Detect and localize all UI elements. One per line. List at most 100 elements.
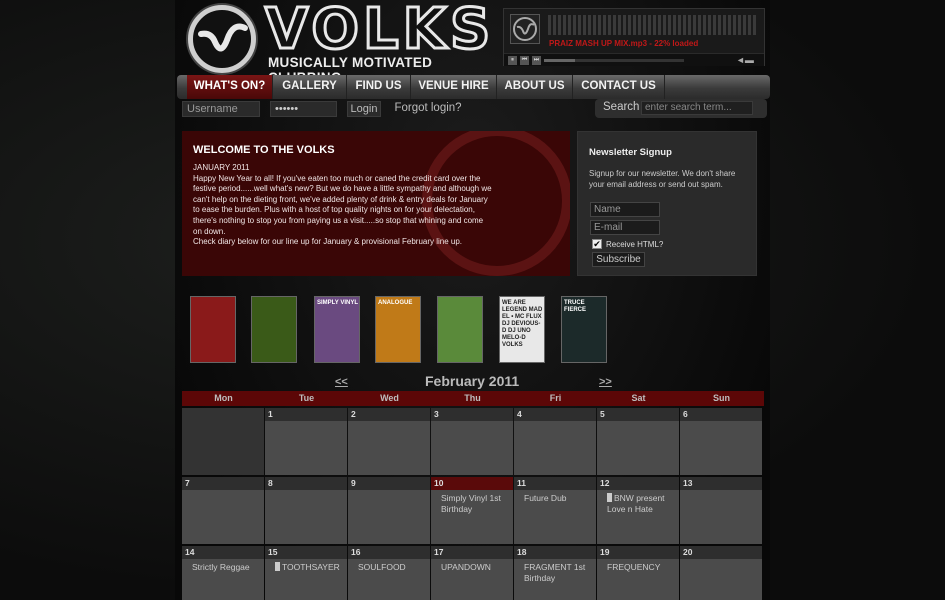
calendar-day-cell[interactable]: 8 <box>265 477 347 544</box>
calendar-next-link[interactable]: >> <box>599 376 612 388</box>
nav-gallery[interactable]: GALLERY <box>273 75 347 99</box>
calendar-date-number: 5 <box>597 408 679 421</box>
newsletter-email-input[interactable]: E-mail <box>590 220 660 235</box>
calendar-day-cell[interactable]: 7 <box>182 477 264 544</box>
calendar-day-header: Mon Tue Wed Thu Fri Sat Sun <box>182 391 764 406</box>
welcome-body: JANUARY 2011 Happy New Year to all! If y… <box>193 163 492 247</box>
event-flyer[interactable]: WE ARE LEGEND MAD EL • MC FLUX DJ DEVIOU… <box>499 296 545 363</box>
calendar-date-number: 20 <box>680 546 762 559</box>
calendar-event-link[interactable]: Strictly Reggae <box>192 562 262 573</box>
search-box: Search enter search term... <box>595 99 767 118</box>
calendar-event-link[interactable]: Future Dub <box>524 493 594 504</box>
event-flyer[interactable]: ANALOGUE <box>375 296 421 363</box>
calendar-day-name: Fri <box>549 393 562 403</box>
calendar-event-link[interactable]: BNW present Love n Hate <box>607 493 677 514</box>
calendar-date-number: 9 <box>348 477 430 490</box>
calendar-day-name: Sat <box>631 393 646 403</box>
volume-icon[interactable]: ◄▬ <box>736 55 754 65</box>
calendar-day-cell[interactable]: 3 <box>431 408 513 475</box>
event-flyer[interactable] <box>190 296 236 363</box>
event-flyer[interactable] <box>251 296 297 363</box>
calendar-day-cell[interactable]: 4 <box>514 408 596 475</box>
calendar-day-cell[interactable]: 1 <box>265 408 347 475</box>
event-title: UPANDOWN <box>441 562 491 572</box>
main-nav: WHAT'S ON? GALLERY FIND US VENUE HIRE AB… <box>177 75 770 99</box>
calendar-day-cell[interactable]: 18 FRAGMENT 1st Birthday <box>514 546 596 600</box>
calendar-day-cell[interactable]: 14 Strictly Reggae <box>182 546 264 600</box>
calendar-date-number: 8 <box>265 477 347 490</box>
newsletter-name-input[interactable]: Name <box>590 202 660 217</box>
flyer-label: TRUCE FIERCE <box>564 300 587 313</box>
event-title: SOULFOOD <box>358 562 406 572</box>
flyer-label: SIMPLY VINYL <box>317 300 359 306</box>
calendar-date-number: 15 <box>265 546 347 559</box>
nav-whats-on[interactable]: WHAT'S ON? <box>187 75 273 99</box>
pause-icon[interactable]: ⏸ <box>508 56 517 65</box>
receive-html-checkbox[interactable]: ✔ <box>592 239 602 249</box>
calendar-day-cell[interactable]: 6 <box>680 408 762 475</box>
nav-contact-us[interactable]: CONTACT US <box>573 75 665 99</box>
calendar-day-cell[interactable]: 12 BNW present Love n Hate <box>597 477 679 544</box>
calendar-date-number: 12 <box>597 477 679 490</box>
event-title: TOOTHSAYER <box>282 562 340 572</box>
password-field[interactable]: •••••• <box>270 101 337 117</box>
calendar-day-cell[interactable] <box>182 408 264 475</box>
calendar-day-cell[interactable]: 5 <box>597 408 679 475</box>
calendar-day-cell[interactable]: 16 SOULFOOD <box>348 546 430 600</box>
event-flyer[interactable] <box>437 296 483 363</box>
player-controls: ⏸ ⏮ ⏭ ◄▬ <box>504 53 764 66</box>
calendar-day-cell[interactable]: 13 <box>680 477 762 544</box>
calendar-day-cell[interactable]: 9 <box>348 477 430 544</box>
calendar-date-number: 10 <box>431 477 513 490</box>
calendar-day-cell[interactable]: 20 <box>680 546 762 600</box>
login-button[interactable]: Login <box>347 101 381 117</box>
nav-about-us[interactable]: ABOUT US <box>497 75 573 99</box>
calendar-day-cell[interactable]: 11 Future Dub <box>514 477 596 544</box>
calendar-event-link[interactable]: UPANDOWN <box>441 562 511 573</box>
calendar-day-cell[interactable]: 19 FREQUENCY <box>597 546 679 600</box>
calendar-day-name: Thu <box>464 393 481 403</box>
nav-venue-hire[interactable]: VENUE HIRE <box>411 75 497 99</box>
search-input[interactable]: enter search term... <box>641 101 753 115</box>
calendar-date-number: 6 <box>680 408 762 421</box>
newsletter-panel: Newsletter Signup Signup for our newslet… <box>577 131 757 276</box>
calendar-date-number: 13 <box>680 477 762 490</box>
subscribe-button[interactable]: Subscribe <box>592 252 645 267</box>
calendar-date-number: 16 <box>348 546 430 559</box>
calendar-day-name: Tue <box>298 393 315 403</box>
player-visualizer <box>548 15 758 35</box>
calendar-date-number: 3 <box>431 408 513 421</box>
player-progress-fill <box>544 59 575 62</box>
welcome-title: WELCOME TO THE VOLKS <box>193 144 335 156</box>
logo-emblem-icon <box>188 5 256 73</box>
nav-find-us[interactable]: FIND US <box>347 75 411 99</box>
flyer-label: ANALOGUE <box>378 300 413 306</box>
forgot-login-link[interactable]: Forgot login? <box>389 101 467 117</box>
calendar-event-link[interactable]: TOOTHSAYER <box>275 562 345 573</box>
event-flyer[interactable]: SIMPLY VINYL <box>314 296 360 363</box>
logo-wordmark: VOLKS <box>263 0 495 62</box>
calendar-day-name: Mon <box>214 393 233 403</box>
site-logo[interactable]: VOLKS MUSICALLY MOTIVATED CLUBBING <box>185 0 495 85</box>
player-track-status: PRAIZ MASH UP MIX.mp3 - 22% loaded <box>549 39 699 48</box>
previous-track-icon[interactable]: ⏮ <box>520 56 529 65</box>
music-player: PRAIZ MASH UP MIX.mp3 - 22% loaded ⏸ ⏮ ⏭… <box>503 8 765 66</box>
next-track-icon[interactable]: ⏭ <box>532 56 541 65</box>
event-marker-icon <box>607 493 612 502</box>
calendar-event-link[interactable]: SOULFOOD <box>358 562 428 573</box>
welcome-panel: WELCOME TO THE VOLKS JANUARY 2011 Happy … <box>182 131 570 276</box>
calendar-day-cell[interactable]: 10 Simply Vinyl 1st Birthday <box>431 477 513 544</box>
calendar-day-cell[interactable]: 15 TOOTHSAYER <box>265 546 347 600</box>
username-field[interactable]: Username <box>182 101 260 117</box>
event-title: Simply Vinyl 1st Birthday <box>441 493 501 514</box>
calendar-prev-link[interactable]: << <box>335 376 348 388</box>
newsletter-desc: Signup for our newsletter. We don't shar… <box>589 169 736 189</box>
calendar-event-link[interactable]: Simply Vinyl 1st Birthday <box>441 493 511 514</box>
calendar-day-cell[interactable]: 17 UPANDOWN <box>431 546 513 600</box>
calendar-event-link[interactable]: FRAGMENT 1st Birthday <box>524 562 594 583</box>
player-progress-bar[interactable] <box>544 59 684 62</box>
player-logo-icon <box>510 14 540 44</box>
calendar-day-cell[interactable]: 2 <box>348 408 430 475</box>
calendar-event-link[interactable]: FREQUENCY <box>607 562 677 573</box>
event-flyer[interactable]: TRUCE FIERCE <box>561 296 607 363</box>
